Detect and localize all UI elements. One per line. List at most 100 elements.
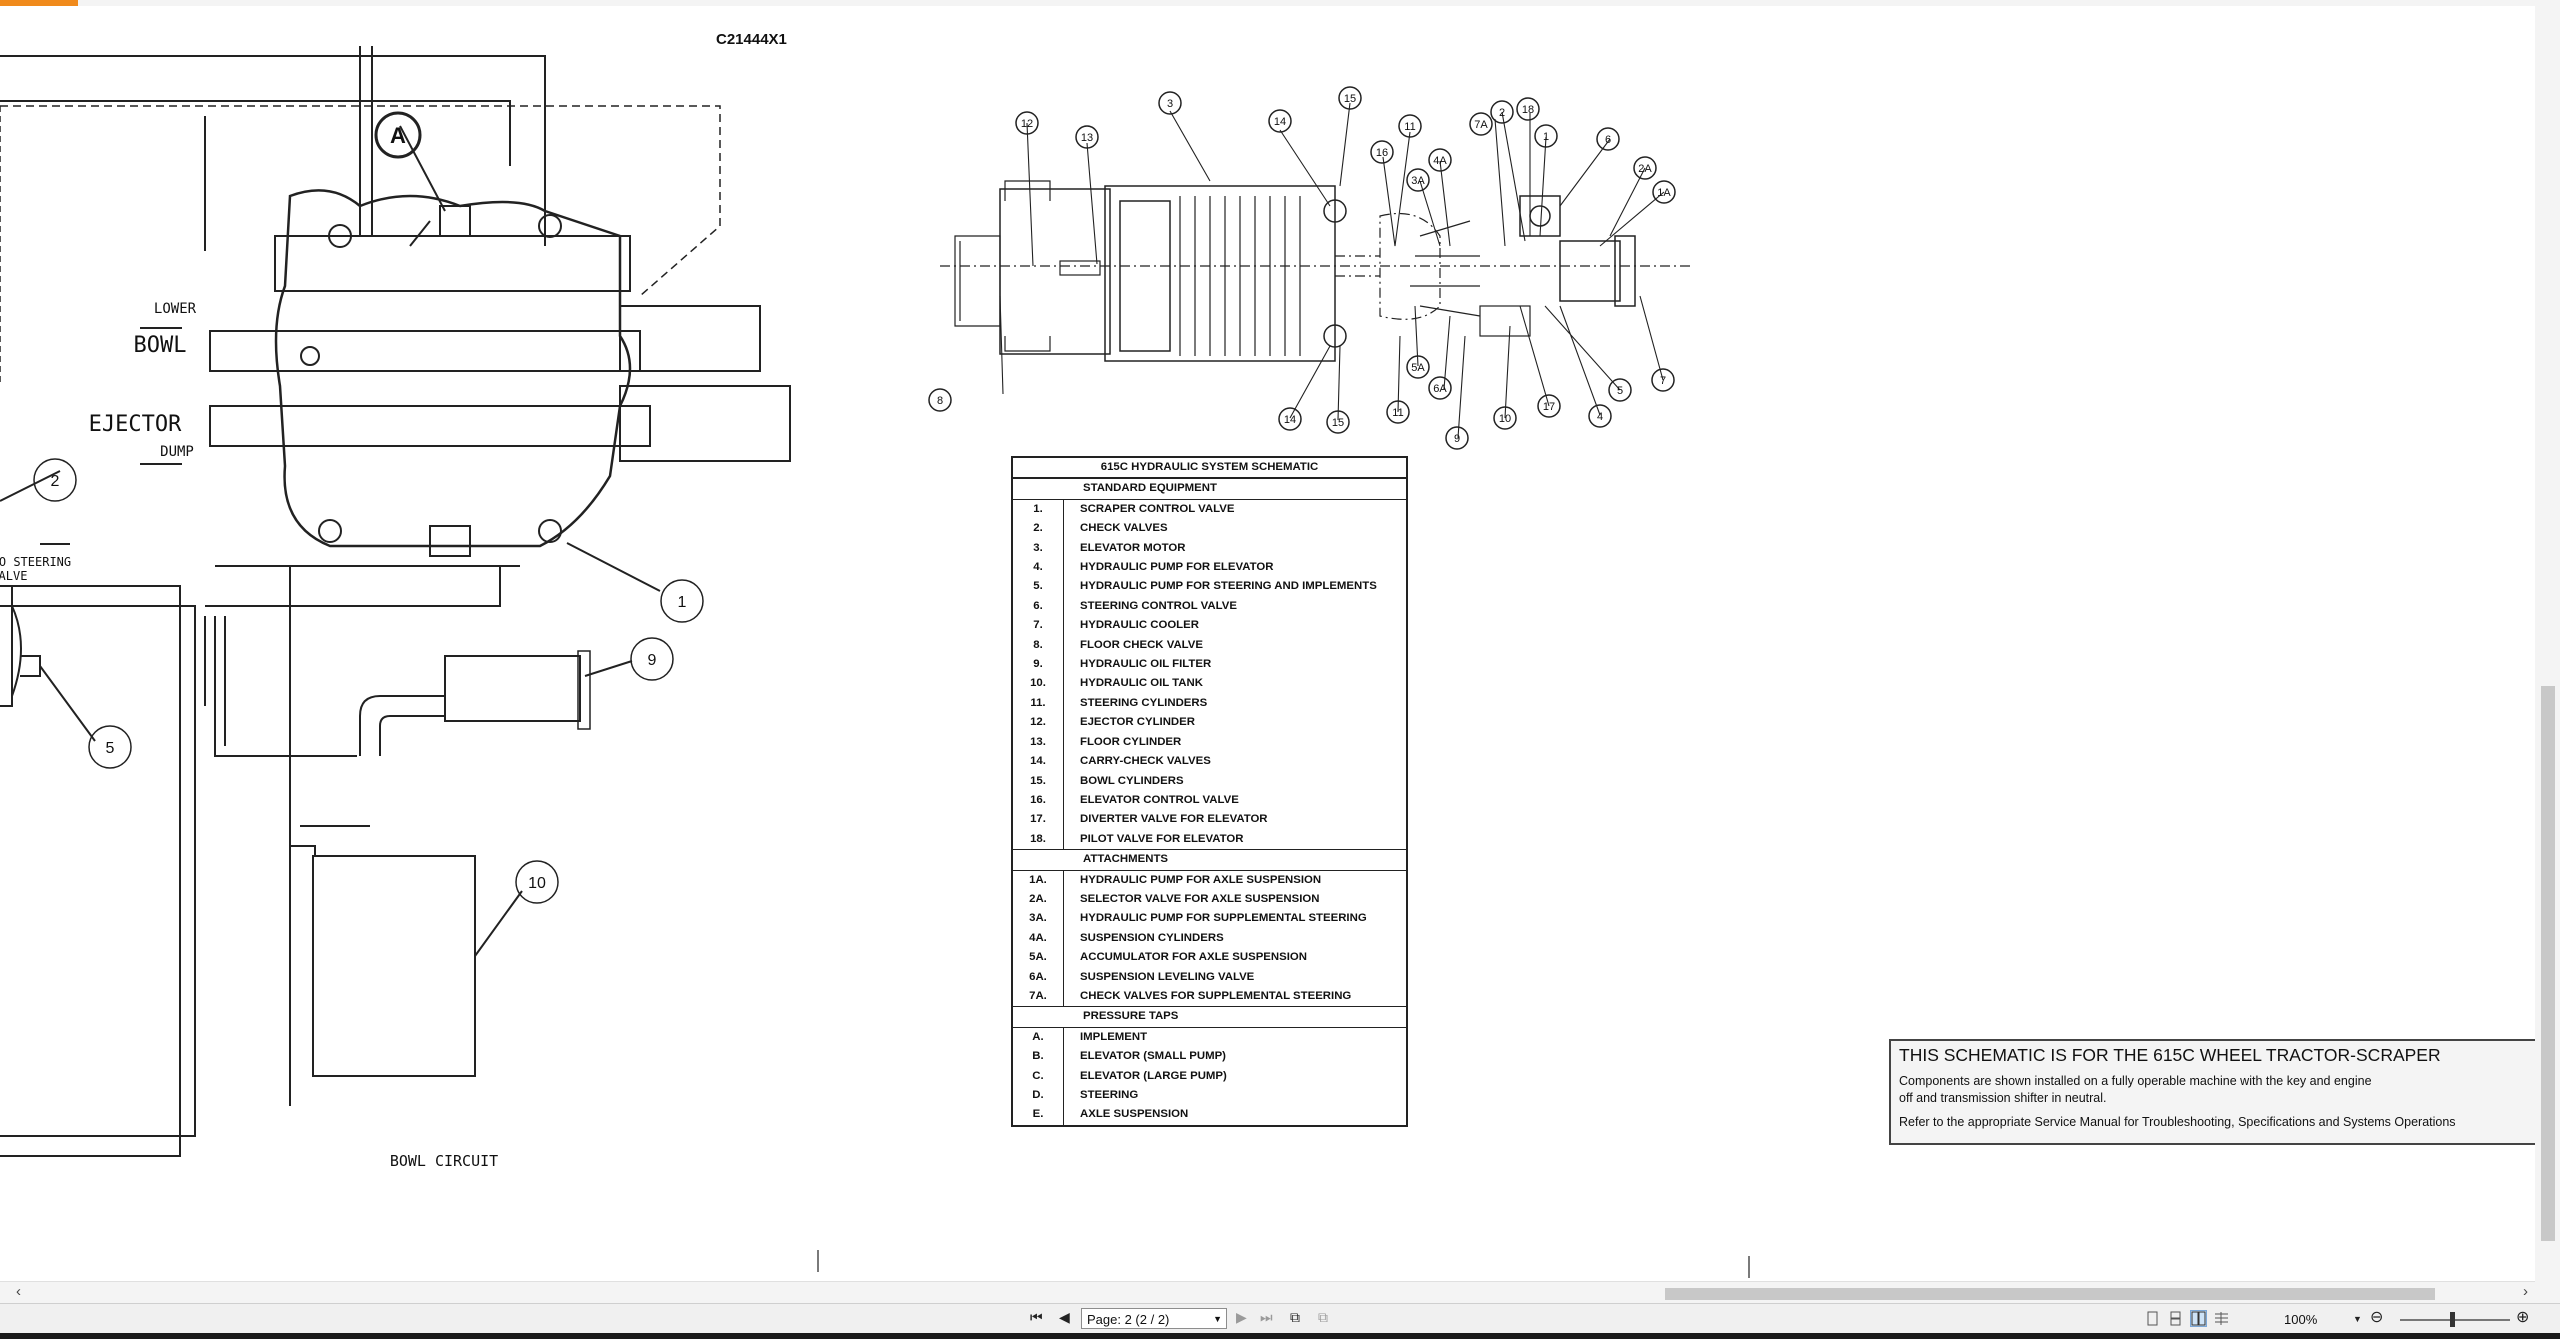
legend-item-name: FLOOR CYLINDER	[1080, 735, 1182, 748]
single-page-view-icon[interactable]	[2145, 1311, 2160, 1326]
previous-page-icon[interactable]: ◀	[1059, 1309, 1070, 1326]
last-page-icon[interactable]: ⏭	[1260, 1309, 1273, 1326]
legend-row: 15. BOWL CYLINDERS	[1013, 771, 1406, 791]
legend-item-name: CHECK VALVES FOR SUPPLEMENTAL STEERING	[1080, 989, 1352, 1002]
legend-row: 5. HYDRAULIC PUMP FOR STEERING AND IMPLEM…	[1013, 577, 1406, 597]
legend-item-name: HYDRAULIC OIL FILTER	[1080, 658, 1212, 671]
callout-2-label: 2	[51, 473, 60, 490]
legend-row: 7A. CHECK VALVES FOR SUPPLEMENTAL STEERIN…	[1013, 986, 1406, 1007]
drawing-number: C21444X1	[716, 31, 787, 48]
note-line-2: off and transmission shifter in neutral.	[1899, 1091, 2107, 1105]
legend-item-number: 10.	[1013, 674, 1064, 694]
note-title: THIS SCHEMATIC IS FOR THE 615C WHEEL TRA…	[1899, 1045, 2441, 1065]
legend-item-number: 16.	[1013, 790, 1064, 811]
legend-item-name: CARRY-CHECK VALVES	[1080, 755, 1211, 768]
legend-item-name: STEERING CONTROL VALVE	[1080, 599, 1237, 612]
legend-item-number: 11.	[1013, 693, 1064, 714]
zoom-in-icon[interactable]: ⊕	[2516, 1307, 2529, 1327]
layout-callout: 16	[1376, 147, 1388, 159]
legend-section-heading: PRESSURE TAPS	[1013, 1006, 1406, 1028]
legend-row: C. ELEVATOR (LARGE PUMP)	[1013, 1066, 1406, 1086]
document-view[interactable]: A 2 1 9 5 10 LOWER BOWL EJECTOR DUMP O S…	[0, 6, 2535, 1281]
layout-callout: 4	[1597, 411, 1603, 423]
legend-row: 10. HYDRAULIC OIL TANK	[1013, 674, 1406, 694]
legend-item-number: 2.	[1013, 519, 1064, 539]
dump-label: DUMP	[160, 444, 194, 460]
page-number-field[interactable]: Page: 2 (2 / 2) ▼	[1081, 1308, 1227, 1329]
legend-item-name: BOWL CYLINDERS	[1080, 774, 1184, 787]
scroll-right-icon[interactable]: ›	[2523, 1283, 2528, 1300]
layout-callout: 3	[1167, 98, 1173, 110]
next-page-icon[interactable]: ▶	[1236, 1309, 1247, 1326]
legend-item-number: 2A.	[1013, 889, 1064, 910]
first-page-icon[interactable]: ⏮	[1030, 1309, 1043, 1326]
layout-callout: 6A	[1433, 383, 1447, 395]
layout-callout: 17	[1543, 401, 1555, 413]
legend-row: 14. CARRY-CHECK VALVES	[1013, 752, 1406, 772]
to-steering-label: O STEERING	[0, 555, 71, 569]
layout-callout: 14	[1284, 414, 1296, 426]
page-number-text: Page: 2 (2 / 2)	[1087, 1312, 1170, 1327]
layout-callout: 4A	[1433, 155, 1447, 167]
legend-row: B. ELEVATOR (SMALL PUMP)	[1013, 1047, 1406, 1067]
legend-item-number: 17.	[1013, 810, 1064, 830]
horizontal-scroll-thumb[interactable]	[1665, 1288, 2435, 1300]
scroll-left-icon[interactable]: ‹	[16, 1283, 21, 1300]
legend-item-number: D.	[1013, 1086, 1064, 1106]
callout-a-label: A	[390, 123, 406, 148]
legend-row: 13. FLOOR CYLINDER	[1013, 732, 1406, 753]
legend-item-name: HYDRAULIC PUMP FOR STEERING AND IMPLEMEN…	[1080, 580, 1377, 593]
legend-row: 7. HYDRAULIC COOLER	[1013, 616, 1406, 636]
next-view-icon[interactable]: ⧉	[1318, 1309, 1328, 1326]
layout-callout: 3A	[1411, 175, 1425, 187]
legend-item-name: SUSPENSION CYLINDERS	[1080, 931, 1224, 944]
horizontal-scrollbar[interactable]: ‹ ›	[0, 1281, 2535, 1304]
legend-section-heading: ATTACHMENTS	[1013, 849, 1406, 871]
legend-item-number: 3A.	[1013, 909, 1064, 929]
vertical-scrollbar[interactable]	[2535, 6, 2560, 1281]
callout-1-label: 1	[678, 594, 687, 611]
legend-item-name: HYDRAULIC OIL TANK	[1080, 677, 1203, 690]
legend-row: 6. STEERING CONTROL VALVE	[1013, 596, 1406, 617]
vertical-scroll-thumb[interactable]	[2541, 686, 2555, 1241]
layout-callout: 1A	[1657, 187, 1671, 199]
chevron-down-icon[interactable]: ▼	[1213, 1309, 1222, 1330]
previous-view-icon[interactable]: ⧉	[1290, 1309, 1300, 1326]
zoom-level[interactable]: 100%	[2284, 1312, 2317, 1327]
continuous-view-icon[interactable]	[2168, 1311, 2183, 1326]
legend-item-number: 14.	[1013, 752, 1064, 772]
legend-item-name: HYDRAULIC PUMP FOR SUPPLEMENTAL STEERING	[1080, 912, 1367, 925]
legend-row: 6A. SUSPENSION LEVELING VALVE	[1013, 967, 1406, 987]
legend-row: 1. SCRAPER CONTROL VALVE	[1013, 499, 1406, 520]
two-page-view-icon[interactable]	[2190, 1310, 2207, 1327]
zoom-slider[interactable]	[2400, 1319, 2510, 1321]
zoom-slider-thumb[interactable]	[2450, 1312, 2455, 1327]
ejector-label: EJECTOR	[89, 412, 182, 437]
legend-section-heading: STANDARD EQUIPMENT	[1013, 478, 1406, 500]
layout-callout: 13	[1081, 132, 1093, 144]
legend-row: 18. PILOT VALVE FOR ELEVATOR	[1013, 829, 1406, 850]
legend-row: 4A. SUSPENSION CYLINDERS	[1013, 928, 1406, 949]
layout-callout: 2A	[1638, 163, 1652, 175]
legend-item-name: SCRAPER CONTROL VALVE	[1080, 502, 1235, 515]
bowl-label: BOWL	[134, 333, 187, 358]
layout-callout: 8	[937, 395, 943, 407]
legend-row: 17. DIVERTER VALVE FOR ELEVATOR	[1013, 810, 1406, 830]
legend-item-name: HYDRAULIC PUMP FOR AXLE SUSPENSION	[1080, 873, 1322, 886]
two-page-continuous-icon[interactable]	[2214, 1311, 2229, 1326]
legend-item-name: AXLE SUSPENSION	[1080, 1108, 1189, 1121]
layout-callout: 1	[1543, 131, 1549, 143]
lower-label: LOWER	[154, 301, 197, 317]
legend-item-number: 8.	[1013, 635, 1064, 656]
note-line-3: Refer to the appropriate Service Manual …	[1899, 1115, 2456, 1129]
legend-item-name: ELEVATOR MOTOR	[1080, 541, 1186, 554]
zoom-out-icon[interactable]: ⊖	[2370, 1307, 2383, 1327]
legend-row: 11. STEERING CYLINDERS	[1013, 693, 1406, 714]
legend-item-number: 4A.	[1013, 928, 1064, 949]
legend-item-number: 12.	[1013, 713, 1064, 733]
layout-callout: 9	[1454, 433, 1460, 445]
legend-item-name: ELEVATOR (SMALL PUMP)	[1080, 1050, 1226, 1063]
layout-callout: 5	[1617, 385, 1623, 397]
layout-callout: 2	[1499, 107, 1505, 119]
zoom-dropdown-icon[interactable]: ▼	[2353, 1314, 2362, 1324]
